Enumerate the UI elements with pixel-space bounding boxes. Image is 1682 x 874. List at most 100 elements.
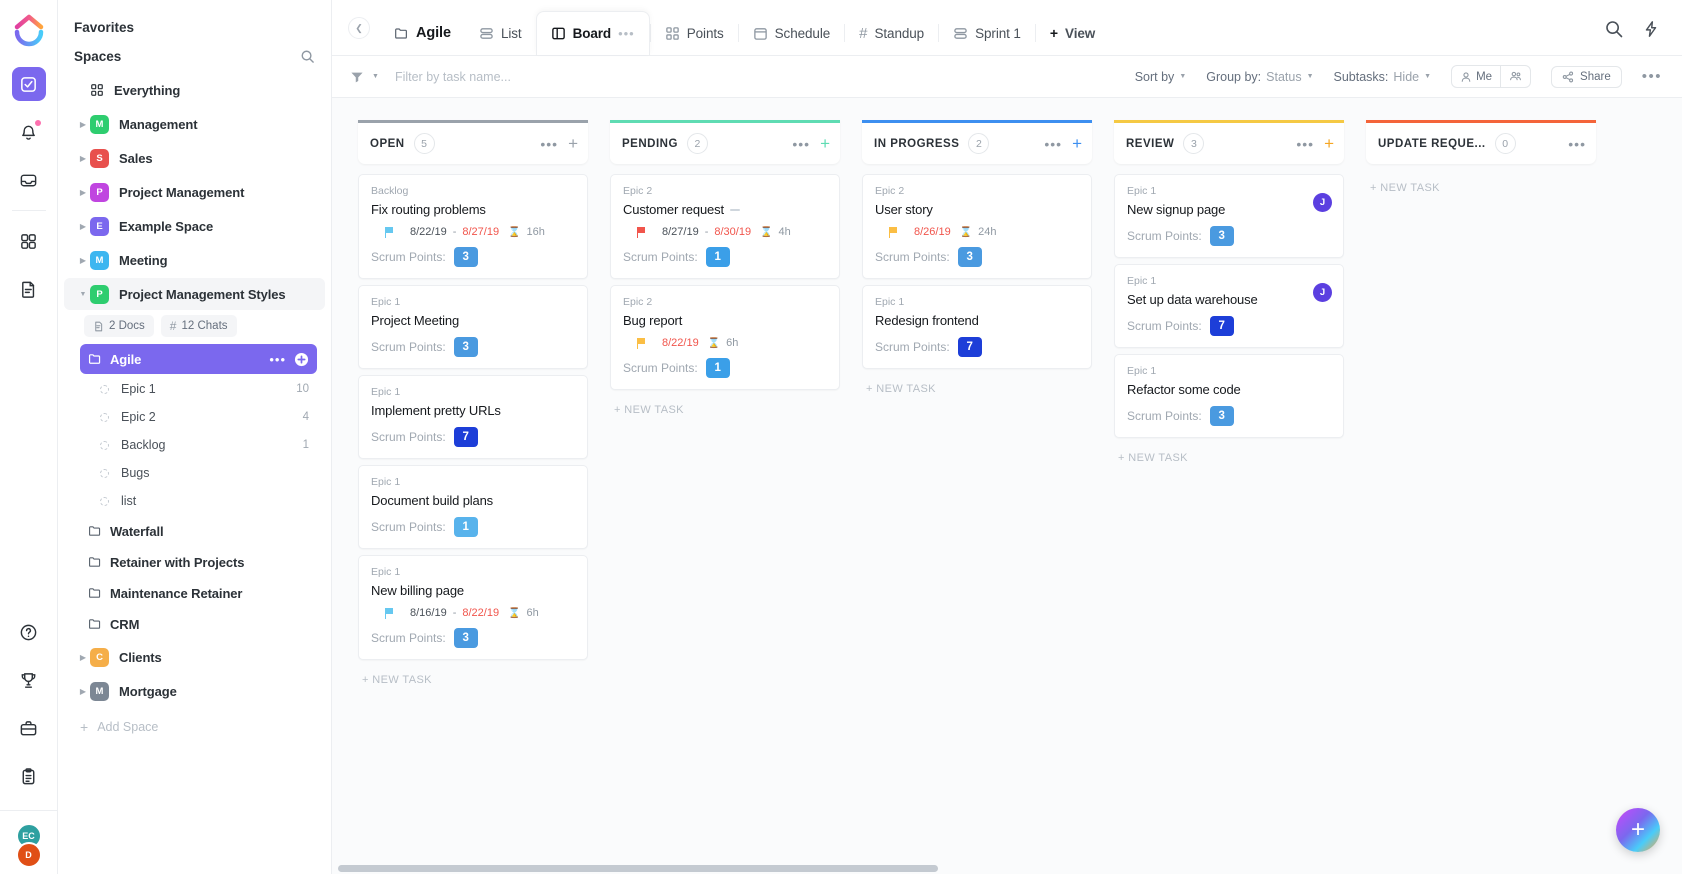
chevron-right-icon[interactable]: ▶ (76, 188, 90, 197)
tab-list[interactable]: List (465, 11, 536, 55)
priority-flag-icon[interactable] (637, 227, 646, 238)
sidebar-folder-crm[interactable]: CRM (80, 609, 317, 639)
new-task-button[interactable]: + NEW TASK (1114, 444, 1344, 472)
sidebar-collapse-button[interactable]: ❮ (348, 17, 370, 39)
column-more-icon[interactable]: ••• (792, 136, 810, 152)
assignee-avatar[interactable]: J (1313, 283, 1332, 302)
card-points[interactable]: Scrum Points: 3 (875, 247, 1079, 267)
avatar-d[interactable]: D (16, 842, 42, 868)
sidebar-space-sales[interactable]: ▶ S Sales (64, 142, 325, 174)
sidebar-folder-retainer-with-projects[interactable]: Retainer with Projects (80, 547, 317, 577)
rail-item-clipboard[interactable] (12, 759, 46, 793)
share-button[interactable]: Share (1551, 66, 1622, 88)
column-more-icon[interactable]: ••• (1568, 136, 1586, 152)
task-card[interactable]: Epic 2 Customer request 8/27/19 - 8/30/1… (610, 174, 840, 279)
tab-board[interactable]: Board ••• (536, 11, 650, 55)
card-points[interactable]: Scrum Points: 3 (371, 247, 575, 267)
task-card[interactable]: Epic 1 New billing page 8/16/19 - 8/22/1… (358, 555, 588, 660)
sidebar-folder-agile[interactable]: Agile ••• (80, 344, 317, 374)
card-points[interactable]: Scrum Points: 3 (371, 628, 575, 648)
card-points[interactable]: Scrum Points: 3 (1127, 226, 1331, 246)
card-points[interactable]: Scrum Points: 7 (371, 427, 575, 447)
subtasks-button[interactable]: Subtasks: Hide ▼ (1334, 70, 1432, 84)
rail-avatar-group[interactable]: EC D (0, 810, 58, 868)
rail-item-inbox[interactable] (12, 163, 46, 197)
column-add-task-icon[interactable]: + (1072, 135, 1082, 152)
sidebar-space-management[interactable]: ▶ M Management (64, 108, 325, 140)
rail-item-goals[interactable] (12, 663, 46, 697)
search-icon[interactable] (1604, 19, 1624, 39)
sidebar-folder-maintenance-retainer[interactable]: Maintenance Retainer (80, 578, 317, 608)
task-card[interactable]: Epic 1 Set up data warehouse Scrum Point… (1114, 264, 1344, 348)
task-card[interactable]: Backlog Fix routing problems 8/22/19 - 8… (358, 174, 588, 279)
sidebar-space-project-management[interactable]: ▶ P Project Management (64, 176, 325, 208)
tab-more-icon[interactable]: ••• (618, 26, 635, 41)
priority-flag-icon[interactable] (385, 608, 394, 619)
card-points[interactable]: Scrum Points: 1 (623, 247, 827, 267)
chats-chip[interactable]: # 12 Chats (161, 315, 237, 337)
rail-item-portfolios[interactable] (12, 711, 46, 745)
chevron-down-icon[interactable]: ▼ (76, 291, 90, 298)
sidebar-list-epic-1[interactable]: Epic 1 10 (92, 375, 317, 403)
clickup-logo-icon[interactable] (10, 12, 48, 50)
column-header[interactable]: UPDATE REQUE... 0 ••• (1366, 120, 1596, 164)
rail-item-dashboards[interactable] (12, 224, 46, 258)
tab-standup[interactable]: # Standup (845, 11, 938, 55)
new-task-button[interactable]: + NEW TASK (610, 396, 840, 424)
card-dates[interactable]: 8/26/19 ⌛ 24h (875, 226, 1079, 238)
column-add-task-icon[interactable]: + (820, 135, 830, 152)
column-header[interactable]: IN PROGRESS 2 ••• + (862, 120, 1092, 164)
priority-flag-icon[interactable] (637, 338, 646, 349)
card-points[interactable]: Scrum Points: 3 (1127, 406, 1331, 426)
toolbar-more-button[interactable]: ••• (1642, 68, 1662, 85)
assignee-avatar[interactable]: J (1313, 193, 1332, 212)
card-points[interactable]: Scrum Points: 7 (1127, 316, 1331, 336)
card-dates[interactable]: 8/22/19 ⌛ 6h (623, 337, 827, 349)
docs-chip[interactable]: 2 Docs (84, 315, 154, 337)
task-card[interactable]: Epic 2 Bug report 8/22/19 ⌛ 6h Scrum Poi… (610, 285, 840, 390)
filter-icon[interactable] (350, 70, 364, 84)
sidebar-space-mortgage[interactable]: ▶ M Mortgage (64, 675, 325, 707)
sidebar-folder-waterfall[interactable]: Waterfall (80, 516, 317, 546)
task-card[interactable]: Epic 1 Implement pretty URLs Scrum Point… (358, 375, 588, 459)
tab-schedule[interactable]: Schedule (739, 11, 845, 55)
sidebar-space-project-management-styles[interactable]: ▼ P Project Management Styles (64, 278, 325, 310)
column-header[interactable]: PENDING 2 ••• + (610, 120, 840, 164)
rail-item-notifications[interactable] (12, 115, 46, 149)
new-task-button[interactable]: + NEW TASK (358, 666, 588, 694)
sidebar-list-bugs[interactable]: Bugs (92, 459, 317, 487)
chevron-right-icon[interactable]: ▶ (76, 120, 90, 129)
sidebar-space-clients[interactable]: ▶ C Clients (64, 641, 325, 673)
sidebar-favorites-header[interactable]: Favorites (58, 12, 331, 43)
tab-agile-home[interactable]: Agile (380, 11, 465, 55)
card-points[interactable]: Scrum Points: 7 (875, 337, 1079, 357)
chevron-right-icon[interactable]: ▶ (76, 653, 90, 662)
task-card[interactable]: Epic 1 Redesign frontend Scrum Points: 7 (862, 285, 1092, 369)
sidebar-list-list[interactable]: list (92, 487, 317, 515)
folder-add-icon[interactable] (294, 352, 309, 367)
task-card[interactable]: Epic 1 Project Meeting Scrum Points: 3 (358, 285, 588, 369)
column-more-icon[interactable]: ••• (1044, 136, 1062, 152)
sidebar-space-meeting[interactable]: ▶ M Meeting (64, 244, 325, 276)
sidebar-space-example-space[interactable]: ▶ E Example Space (64, 210, 325, 242)
column-header[interactable]: REVIEW 3 ••• + (1114, 120, 1344, 164)
horizontal-scrollbar[interactable] (332, 865, 1682, 874)
task-card[interactable]: Epic 1 Document build plans Scrum Points… (358, 465, 588, 549)
people-filter-button[interactable] (1500, 66, 1530, 87)
column-more-icon[interactable]: ••• (1296, 136, 1314, 152)
column-more-icon[interactable]: ••• (540, 136, 558, 152)
chevron-right-icon[interactable]: ▶ (76, 154, 90, 163)
card-points[interactable]: Scrum Points: 3 (371, 337, 575, 357)
card-dates[interactable]: 8/27/19 - 8/30/19 ⌛ 4h (623, 226, 827, 238)
column-add-task-icon[interactable]: + (568, 135, 578, 152)
priority-flag-icon[interactable] (889, 227, 898, 238)
card-points[interactable]: Scrum Points: 1 (371, 517, 575, 537)
chevron-right-icon[interactable]: ▶ (76, 222, 90, 231)
folder-more-icon[interactable]: ••• (269, 352, 286, 367)
rail-item-docs[interactable] (12, 272, 46, 306)
me-filter-button[interactable]: Me (1452, 66, 1500, 87)
column-add-task-icon[interactable]: + (1324, 135, 1334, 152)
create-new-button[interactable]: + (1616, 808, 1660, 852)
sort-by-button[interactable]: Sort by ▼ (1135, 70, 1187, 84)
task-card[interactable]: Epic 1 New signup page Scrum Points: 3 J (1114, 174, 1344, 258)
